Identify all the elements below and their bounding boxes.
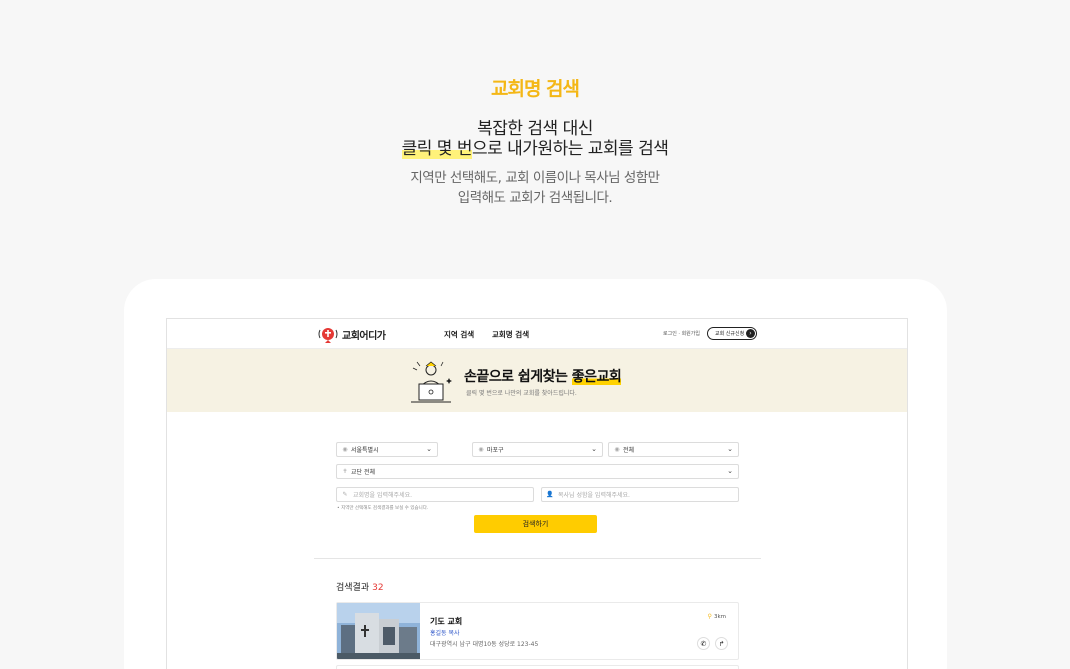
pastor-name-input[interactable]: 👤 목사님 성함을 입력해주세요. <box>541 487 739 502</box>
call-button[interactable]: ✆ <box>697 637 710 650</box>
person-icon: 👤 <box>546 491 554 498</box>
location-pin-icon: ◉ <box>614 446 620 453</box>
church-name[interactable]: 기도 교회 <box>430 616 462 627</box>
area-select[interactable]: ◉ 전체 ⌄ <box>608 442 739 457</box>
phone-icon: ✆ <box>700 639 707 648</box>
chevron-down-icon: ⌄ <box>727 445 733 453</box>
church-photo <box>337 603 420 659</box>
apply-button-label: 교회 신규신청 <box>715 331 745 337</box>
hero-desc-line1: 지역만 선택해도, 교회 이름이나 목사님 성함만 <box>410 170 660 186</box>
denomination-select[interactable]: ✝ 교단 전체 ⌄ <box>336 464 739 479</box>
banner-title-highlight: 좋은교회 <box>571 369 622 385</box>
site-navbar: 교회어디가 지역 검색 교회명 검색 로그인 · 회원가입 교회 신규신청 › <box>167 319 907 349</box>
logo-text: 교회어디가 <box>342 330 386 342</box>
district-value: 마포구 <box>487 447 504 454</box>
pastor-name: 홍길동 목사 <box>430 630 460 637</box>
church-address: 대구광역시 남구 대명10동 성당로 123-45 <box>430 641 539 648</box>
person-laptop-illustration <box>411 361 452 403</box>
nav-region-search[interactable]: 지역 검색 <box>444 329 474 340</box>
chevron-down-icon: ⌄ <box>426 445 432 453</box>
location-pin-icon: ⚲ <box>707 613 712 620</box>
banner-title: 손끝으로 쉽게찾는 좋은교회 <box>464 366 622 386</box>
results-label: 검색결과 <box>336 583 370 593</box>
pastor-name-placeholder: 목사님 성함을 입력해주세요. <box>558 492 630 499</box>
banner-title-text: 손끝으로 쉽게찾는 <box>464 369 572 385</box>
apply-button[interactable]: 교회 신규신청 › <box>707 327 757 340</box>
denomination-value: 교단 전체 <box>351 469 375 476</box>
result-card[interactable] <box>336 665 739 669</box>
district-select[interactable]: ◉ 마포구 ⌄ <box>472 442 603 457</box>
city-value: 서울특별시 <box>351 447 379 454</box>
church-name-placeholder: 교회명을 입력해주세요. <box>353 492 413 499</box>
chevron-down-icon: ⌄ <box>591 445 597 453</box>
chevron-down-icon: ⌄ <box>727 467 733 475</box>
nav-church-search[interactable]: 교회명 검색 <box>492 329 529 340</box>
hero-title-highlight: 클릭 몇 번 <box>401 139 472 159</box>
directions-icon: ↱ <box>718 639 725 648</box>
search-hint: • 지역만 선택해도 검색결과를 보실 수 있습니다. <box>337 506 429 511</box>
tag-icon: ✎ <box>342 491 348 498</box>
section-kicker: 교회명 검색 <box>490 78 580 100</box>
city-select[interactable]: ◉ 서울특별시 ⌄ <box>336 442 438 457</box>
search-button[interactable]: 검색하기 <box>474 515 597 533</box>
login-link[interactable]: 로그인 · 회원가입 <box>663 330 700 337</box>
location-pin-icon: ◉ <box>342 446 348 453</box>
hero-banner: 손끝으로 쉽게찾는 좋은교회 클릭 몇 번으로 나만의 교회를 찾아드립니다. <box>167 349 907 412</box>
hero-title-rest: 으로 내가원하는 교회를 검색 <box>471 139 669 159</box>
arrow-right-icon: › <box>746 329 755 338</box>
hero-title-line2: 클릭 몇 번으로 내가원하는 교회를 검색 <box>0 134 1070 159</box>
area-value: 전체 <box>623 447 635 454</box>
results-count: 32 <box>372 583 384 593</box>
distance-badge: ⚲ 3km <box>708 613 726 620</box>
divider <box>314 558 761 559</box>
result-card[interactable]: 기도 교회 홍길동 목사 대구광역시 남구 대명10동 성당로 123-45 ⚲… <box>336 602 739 660</box>
directions-button[interactable]: ↱ <box>715 637 728 650</box>
cross-icon: ✝ <box>342 468 348 475</box>
church-logo-icon <box>318 328 338 343</box>
location-pin-icon: ◉ <box>478 446 484 453</box>
church-name-input[interactable]: ✎ 교회명을 입력해주세요. <box>336 487 534 502</box>
results-heading: 검색결과 32 <box>336 580 384 593</box>
distance-value: 3km <box>713 613 726 620</box>
site-logo[interactable]: 교회어디가 <box>317 325 386 343</box>
hero-desc-line2: 입력해도 교회가 검색됩니다. <box>457 190 613 206</box>
site-preview: 교회어디가 지역 검색 교회명 검색 로그인 · 회원가입 교회 신규신청 › … <box>166 318 908 669</box>
banner-subtitle: 클릭 몇 번으로 나만의 교회를 찾아드립니다. <box>466 390 577 397</box>
